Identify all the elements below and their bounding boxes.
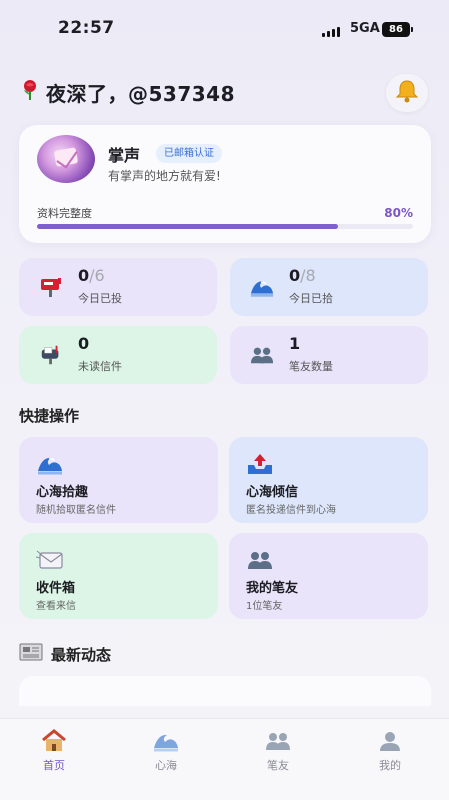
stat-label: 未读信件 — [78, 360, 122, 373]
profile-motto: 有掌声的地方就有爱! — [108, 169, 221, 183]
stat-value: 0/6 — [78, 266, 105, 285]
tab-pen-pals[interactable]: 笔友 — [248, 729, 308, 785]
action-title: 我的笔友 — [246, 581, 299, 596]
status-time: 22:57 — [58, 18, 115, 38]
action-my-pen-pals[interactable]: 我的笔友 1位笔友 — [229, 533, 428, 619]
action-desc: 1位笔友 — [246, 601, 283, 612]
stat-label: 笔友数量 — [289, 360, 333, 373]
battery-icon: 86 — [382, 22, 413, 37]
people-icon — [246, 549, 276, 571]
wave-icon — [36, 453, 66, 475]
action-title: 心海倾信 — [246, 485, 299, 500]
verified-badge: 已邮箱认证 — [156, 144, 222, 163]
bell-icon — [394, 78, 420, 108]
quick-actions-title: 快捷操作 — [19, 407, 80, 425]
open-mailbox-icon — [39, 344, 63, 366]
action-pick-letter[interactable]: 心海拾趣 随机拾取匿名信件 — [19, 437, 218, 523]
stat-value: 0/8 — [289, 266, 316, 285]
tab-home[interactable]: 首页 — [24, 729, 84, 785]
home-icon — [24, 729, 84, 753]
outbox-tray-icon — [246, 453, 276, 475]
action-desc: 查看来信 — [36, 601, 76, 612]
stat-value: 1 — [289, 334, 301, 353]
completeness-progress-fill — [37, 224, 338, 229]
signal-icon — [322, 25, 340, 37]
profile-name: 掌声 — [108, 146, 141, 165]
tab-label: 笔友 — [267, 759, 289, 772]
stat-picked-today[interactable]: 0/8 今日已拾 — [230, 258, 428, 316]
notification-button[interactable] — [386, 74, 428, 112]
stat-label: 今日已拾 — [289, 292, 333, 305]
tab-label: 我的 — [379, 759, 401, 772]
wave-icon — [250, 276, 274, 298]
profile-card[interactable]: 掌声 已邮箱认证 有掌声的地方就有爱! 资料完整度 80% — [19, 125, 431, 243]
stat-pen-pal-count[interactable]: 1 笔友数量 — [230, 326, 428, 384]
mailbox-icon — [39, 276, 63, 298]
completeness-value: 80% — [384, 206, 413, 220]
people-icon — [250, 344, 274, 366]
people-icon — [248, 729, 308, 753]
tab-label: 心海 — [155, 759, 177, 772]
stat-value: 0 — [78, 334, 90, 353]
latest-section-header: 最新动态 — [19, 643, 111, 665]
stat-label: 今日已投 — [78, 292, 122, 305]
tab-label: 首页 — [43, 759, 65, 772]
action-desc: 匿名投递信件到心海 — [246, 505, 336, 516]
latest-title: 最新动态 — [51, 645, 112, 664]
incoming-envelope-icon — [36, 549, 66, 571]
wave-icon — [136, 729, 196, 753]
stat-unread-letters[interactable]: 0 未读信件 — [19, 326, 217, 384]
completeness-progress — [37, 224, 413, 229]
greeting-row: 夜深了，@537348 — [20, 78, 235, 106]
tab-heart-sea[interactable]: 心海 — [136, 729, 196, 785]
action-inbox[interactable]: 收件箱 查看来信 — [19, 533, 218, 619]
status-bar: 22:57 5GA 86 — [0, 0, 449, 56]
action-title: 心海拾趣 — [36, 485, 89, 500]
newspaper-icon — [19, 643, 43, 665]
latest-feed-card — [19, 676, 431, 706]
action-desc: 随机拾取匿名信件 — [36, 505, 116, 516]
greeting-text: 夜深了，@537348 — [46, 81, 235, 106]
tab-me[interactable]: 我的 — [360, 729, 420, 785]
rose-icon — [20, 79, 40, 106]
person-icon — [360, 729, 420, 753]
action-title: 收件箱 — [36, 581, 76, 596]
network-type: 5GA — [350, 21, 380, 36]
action-send-letter[interactable]: 心海倾信 匿名投递信件到心海 — [229, 437, 428, 523]
stat-sent-today[interactable]: 0/6 今日已投 — [19, 258, 217, 316]
bottom-tab-bar: 首页 心海 笔友 我的 — [0, 718, 449, 800]
avatar[interactable] — [37, 135, 95, 183]
completeness-label: 资料完整度 — [37, 207, 92, 220]
